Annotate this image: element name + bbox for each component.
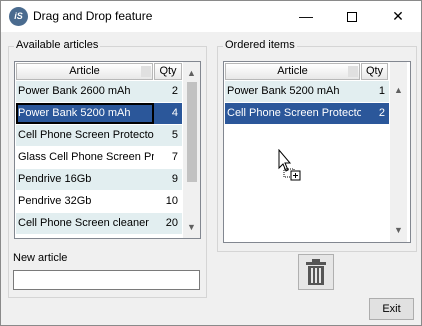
table-row[interactable]: Pendrive 32Gb 10 bbox=[16, 191, 182, 212]
sort-handle-icon bbox=[348, 66, 358, 77]
table-row-selected[interactable]: Power Bank 5200 mAh 4 bbox=[16, 103, 182, 124]
article-cell: Power Bank 5200 mAh bbox=[227, 85, 340, 97]
scroll-down-icon[interactable]: ▼ bbox=[390, 222, 407, 239]
qty-cell: 20 bbox=[165, 217, 178, 229]
sort-handle-icon bbox=[141, 66, 151, 77]
column-header-qty-label: Qty bbox=[159, 65, 177, 77]
table-row[interactable]: Glass Cell Phone Screen Protector 7 bbox=[16, 147, 182, 168]
maximize-button[interactable] bbox=[329, 1, 375, 32]
article-cell: Power Bank 2600 mAh bbox=[18, 85, 131, 97]
minimize-button[interactable]: — bbox=[283, 1, 329, 32]
scroll-down-icon[interactable]: ▼ bbox=[183, 219, 200, 236]
article-cell: Glass Cell Phone Screen Protector bbox=[18, 151, 154, 163]
qty-cell: 2 bbox=[171, 85, 178, 97]
vertical-scrollbar[interactable]: ▲ ▼ bbox=[390, 62, 407, 242]
column-header-qty[interactable]: Qty bbox=[154, 63, 182, 80]
maximize-icon bbox=[347, 12, 357, 23]
scroll-up-icon[interactable]: ▲ bbox=[390, 82, 407, 99]
app-window: iS Drag and Drop feature — ✕ Available a… bbox=[0, 0, 422, 326]
close-button[interactable]: ✕ bbox=[375, 1, 421, 32]
available-articles-group: Available articles Article Qty Power Ban… bbox=[8, 39, 207, 298]
qty-cell: 4 bbox=[171, 107, 178, 119]
column-header-article-label: Article bbox=[69, 65, 100, 77]
article-cell: Cell Phone Screen Protector bbox=[227, 107, 361, 119]
exit-button[interactable]: Exit bbox=[369, 298, 414, 320]
ordered-items-title: Ordered items bbox=[223, 39, 297, 51]
table-row[interactable]: Power Bank 2600 mAh 2 bbox=[16, 81, 182, 102]
qty-cell: 1 bbox=[378, 85, 385, 97]
drag-copy-cursor-icon bbox=[278, 148, 304, 184]
column-header-article[interactable]: Article bbox=[225, 63, 360, 80]
article-cell: Pendrive 32Gb bbox=[18, 195, 92, 207]
table-row[interactable]: Power Bank 5200 mAh 1 bbox=[225, 81, 389, 102]
scroll-thumb[interactable] bbox=[187, 82, 197, 182]
qty-cell: 7 bbox=[171, 151, 178, 163]
available-articles-title: Available articles bbox=[14, 39, 101, 51]
article-cell: Pendrive 16Gb bbox=[18, 173, 92, 185]
column-header-qty[interactable]: Qty bbox=[361, 63, 388, 80]
vertical-scrollbar[interactable]: ▲ ▼ bbox=[183, 62, 200, 238]
column-header-qty-label: Qty bbox=[365, 65, 384, 77]
ordered-items-group: Ordered items Article Qty Power Bank 520… bbox=[217, 39, 417, 252]
qty-cell: 10 bbox=[165, 195, 178, 207]
table-row[interactable]: Cell Phone Screen Protector 5 bbox=[16, 125, 182, 146]
delete-button[interactable] bbox=[298, 254, 334, 290]
title-bar[interactable]: iS Drag and Drop feature — ✕ bbox=[1, 1, 421, 32]
new-article-label: New article bbox=[13, 252, 68, 264]
table-row-selected[interactable]: Cell Phone Screen Protector 2 bbox=[225, 103, 389, 124]
table-row[interactable]: Pendrive 16Gb 9 bbox=[16, 169, 182, 190]
column-header-article[interactable]: Article bbox=[16, 63, 153, 80]
qty-cell: 5 bbox=[171, 129, 178, 141]
qty-cell: 2 bbox=[378, 107, 385, 119]
new-article-input[interactable] bbox=[13, 270, 200, 290]
scroll-up-icon[interactable]: ▲ bbox=[183, 65, 200, 82]
article-cell: Cell Phone Screen Protector bbox=[18, 129, 154, 141]
app-logo-icon: iS bbox=[9, 7, 28, 26]
column-header-article-label: Article bbox=[277, 65, 308, 77]
available-articles-grid[interactable]: Article Qty Power Bank 2600 mAh 2 Power … bbox=[14, 61, 201, 239]
qty-cell: 9 bbox=[171, 173, 178, 185]
table-row[interactable]: Cell Phone Screen cleaner 20 bbox=[16, 213, 182, 234]
trash-icon bbox=[306, 259, 326, 285]
minimize-icon: — bbox=[299, 8, 313, 24]
article-cell: Cell Phone Screen cleaner bbox=[18, 217, 149, 229]
close-icon: ✕ bbox=[392, 8, 404, 24]
window-title: Drag and Drop feature bbox=[33, 9, 153, 23]
ordered-items-grid[interactable]: Article Qty Power Bank 5200 mAh 1 Cell P… bbox=[223, 61, 411, 243]
article-cell: Power Bank 5200 mAh bbox=[16, 103, 154, 124]
